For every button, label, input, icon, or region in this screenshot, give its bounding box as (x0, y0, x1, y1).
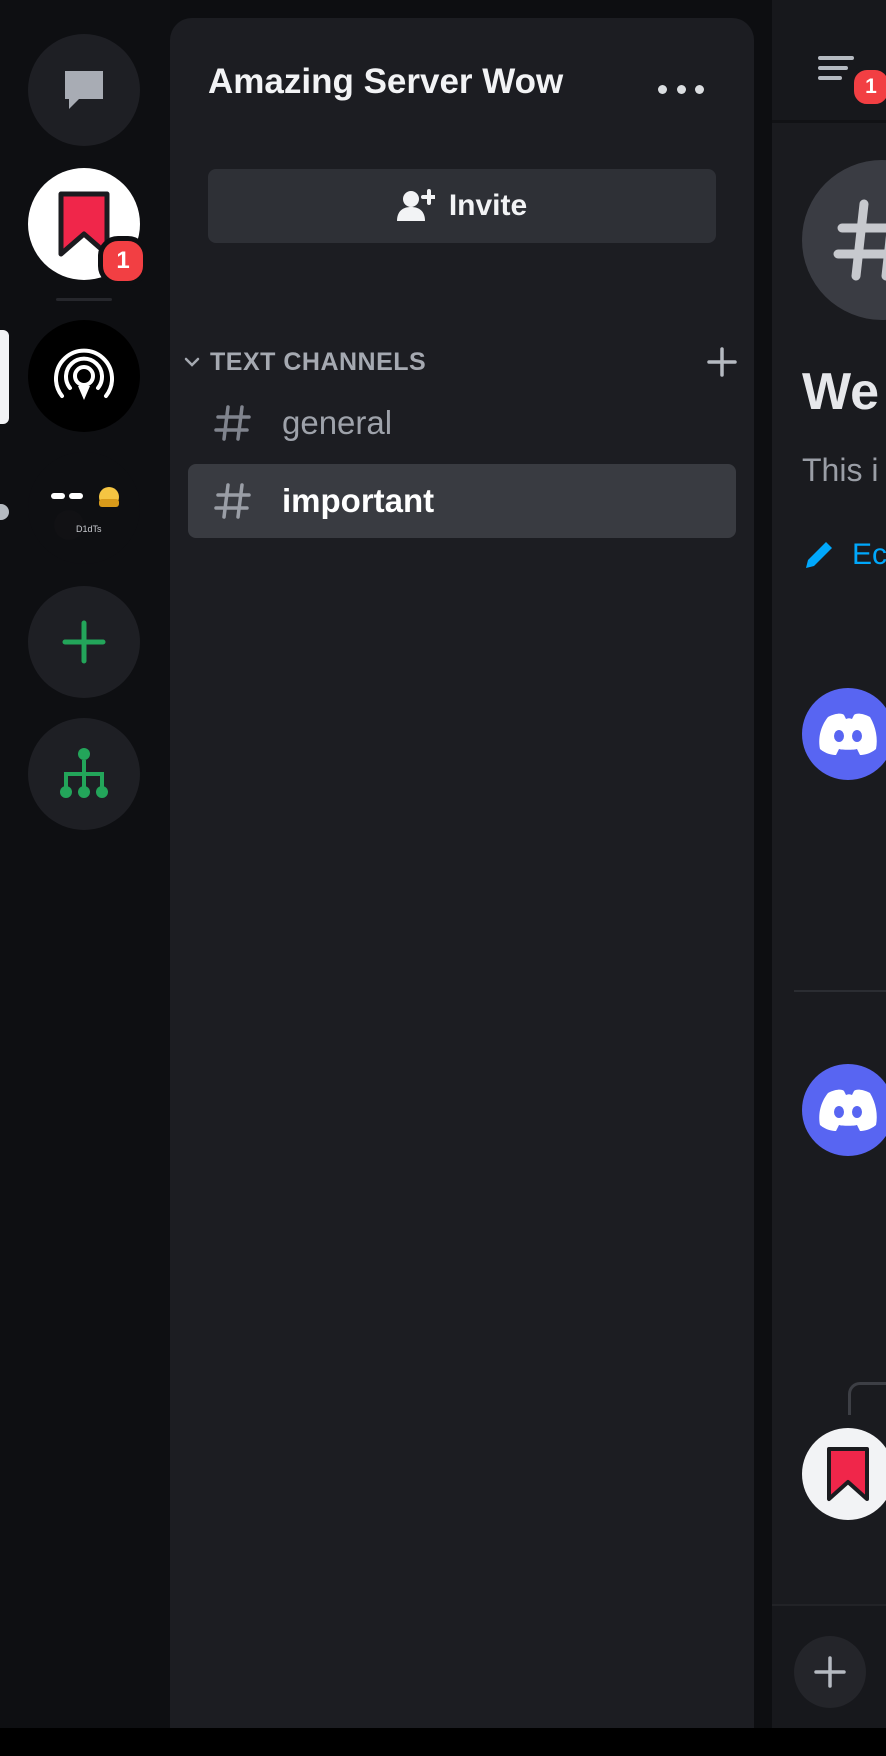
create-channel-button[interactable] (704, 344, 740, 380)
selected-server-indicator (0, 330, 9, 424)
server-icon-broadcast[interactable] (28, 320, 140, 432)
chat-main-peek[interactable]: 1 We This i Ec (772, 0, 886, 1756)
server-rail: 1 D1dTs (0, 0, 170, 1756)
edit-channel-link[interactable]: Ec (802, 538, 886, 572)
text-channel-icon (206, 481, 260, 521)
avatar[interactable] (802, 1428, 886, 1520)
pencil-icon (806, 542, 832, 568)
welcome-title: We (802, 363, 880, 421)
chat-header: 1 (772, 0, 886, 123)
message-divider (794, 990, 886, 992)
add-user-icon (396, 189, 435, 221)
server-icon-bookmark[interactable]: 1 (28, 168, 148, 286)
reply-connector (848, 1382, 886, 1415)
add-server-button[interactable] (28, 586, 140, 698)
server-options-button[interactable] (658, 76, 704, 102)
broadcast-icon (54, 348, 114, 400)
category-text-channels[interactable]: TEXT CHANNELS (180, 342, 740, 382)
mini-server-label: D1dTs (76, 524, 102, 534)
server-folder-icon (51, 487, 119, 540)
avatar[interactable] (802, 688, 886, 780)
rail-separator (56, 298, 112, 301)
invite-label: Invite (448, 189, 528, 222)
channel-name: important (282, 482, 435, 519)
more-dots-icon (658, 84, 667, 94)
channel-panel: Amazing Server Wow Invite TEXT CHANNELS (170, 18, 754, 1728)
channel-welcome-icon (802, 160, 886, 320)
channel-name: general (282, 404, 393, 441)
plus-icon (814, 1656, 846, 1688)
system-nav-bar (0, 1728, 886, 1756)
plus-icon (707, 347, 737, 377)
channel-item-general[interactable]: general (188, 386, 736, 460)
plus-icon (62, 620, 106, 664)
chevron-down-icon (180, 350, 204, 374)
welcome-description: This i (802, 452, 879, 488)
invite-button[interactable]: Invite (208, 169, 716, 243)
app-screen: 1 D1dTs Amazing Server Wow Invite TEXT C… (0, 0, 886, 1756)
edit-channel-label: Ec (852, 538, 886, 571)
unread-indicator (0, 504, 9, 520)
avatar[interactable] (802, 1064, 886, 1156)
notification-badge: 1 (850, 66, 886, 108)
chat-bubble-icon (65, 71, 103, 109)
channel-item-important[interactable]: important (188, 464, 736, 538)
direct-messages-button[interactable] (28, 34, 140, 146)
chat-input-bar (772, 1604, 886, 1730)
bookmark-icon (827, 1447, 869, 1501)
discord-logo-icon (819, 713, 877, 755)
text-channel-icon (206, 403, 260, 443)
hash-icon (833, 199, 886, 281)
notification-badge: 1 (98, 236, 148, 286)
server-icon-mini[interactable]: D1dTs (28, 452, 140, 564)
category-label: TEXT CHANNELS (210, 347, 427, 376)
discover-servers-button[interactable] (28, 718, 140, 830)
hub-tree-icon (60, 748, 108, 798)
discord-logo-icon (819, 1089, 877, 1131)
add-attachment-button[interactable] (794, 1636, 866, 1708)
server-name[interactable]: Amazing Server Wow (208, 62, 563, 102)
